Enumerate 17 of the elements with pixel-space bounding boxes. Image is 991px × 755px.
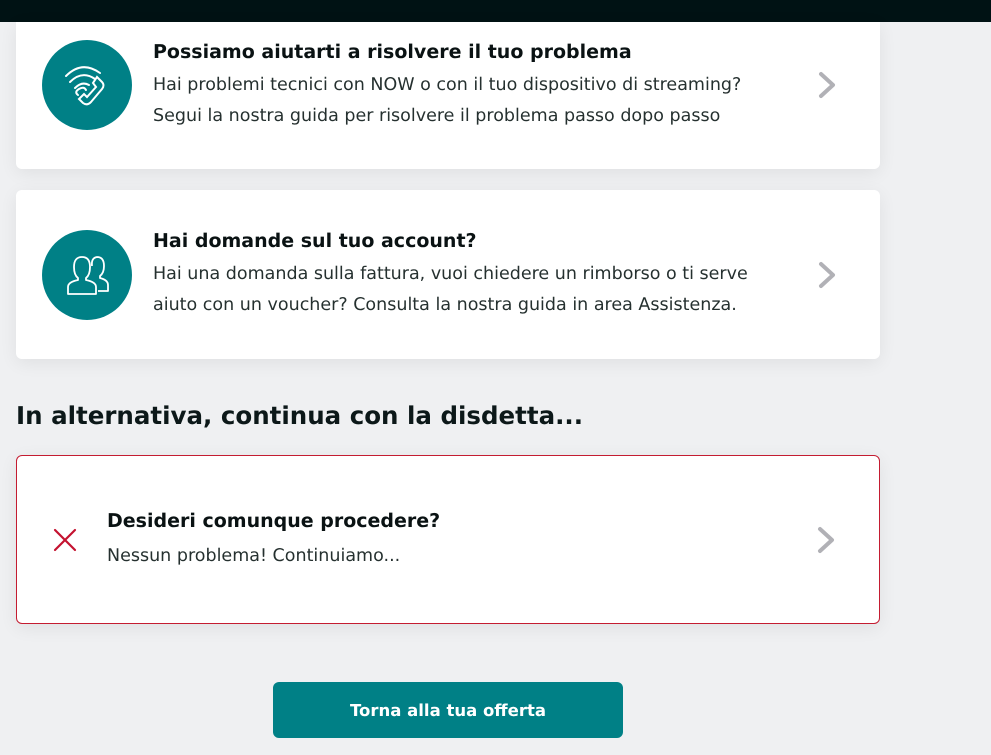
option-description: Hai una domanda sulla fattura, vuoi chiedere un rimborso o ti serve aiuto con un voucher? Consulta la nostra guida in area Assistenza. xyxy=(153,263,749,317)
option-description: Hai problemi tecnici con NOW o con il tuo dispositivo di streaming? Segui la nostra guida per risolvere il problema passo dopo passo xyxy=(153,74,742,128)
option-title: Hai domande sul tuo account? xyxy=(153,229,478,254)
back-to-offer-button[interactable]: Torna alla tua offerta xyxy=(273,682,623,738)
option-title: Possiamo aiutarti a risolvere il tuo problema xyxy=(153,40,633,64)
chevron-right-icon xyxy=(818,71,836,99)
option-title: Desideri comunque procedere? xyxy=(107,508,440,534)
chevron-right-icon xyxy=(817,526,835,554)
cross-icon xyxy=(53,528,77,552)
phone-signal-icon xyxy=(42,40,132,130)
cancel-option-card[interactable]: Desideri comunque procedere? Nessun problema! Continuiamo... xyxy=(16,455,880,624)
two-people-icon xyxy=(42,230,132,320)
help-option-card[interactable]: Possiamo aiutarti a risolvere il tuo problema Hai problemi tecnici con NOW o con il tuo dispositivo di streaming? Segui la nostra guida per risolvere il problema passo dopo passo xyxy=(16,22,880,169)
section-heading: In alternativa, continua con la disdetta... xyxy=(16,401,584,431)
help-option-card[interactable]: Hai domande sul tuo account? Hai una domanda sulla fattura, vuoi chiedere un rimborso o ti serve aiuto con un voucher? Consulta la nostra guida in area Assistenza. xyxy=(16,190,880,359)
chevron-right-icon xyxy=(818,260,836,288)
option-description: Nessun problema! Continuiamo... xyxy=(107,544,402,568)
